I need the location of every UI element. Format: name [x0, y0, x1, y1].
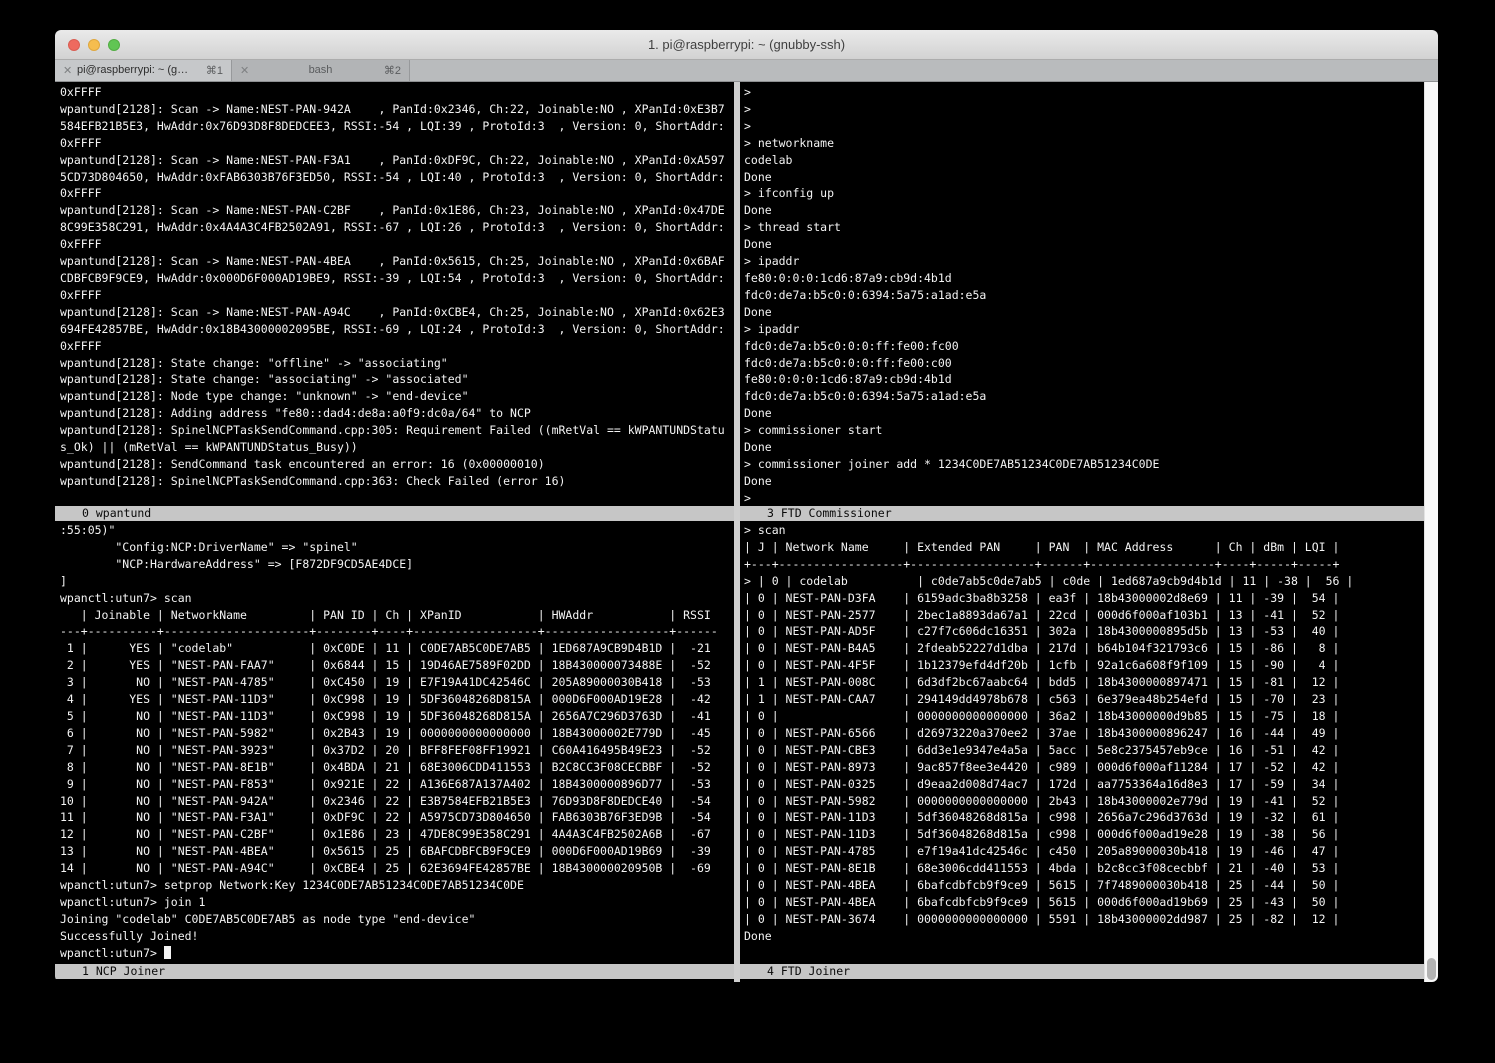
tab-label: pi@raspberrypi: ~ (g…: [77, 64, 197, 76]
pane-ftd-commissioner[interactable]: >>>> networknamecodelabDone> ifconfig up…: [744, 84, 1424, 506]
tab-ssh-session[interactable]: ✕ pi@raspberrypi: ~ (g… ⌘1: [55, 60, 232, 81]
prompt-text: wpanctl:utun7>: [60, 946, 164, 960]
pane-ncp-joiner[interactable]: :55:05)" "Config:NCP:DriverName" => "spi…: [60, 522, 734, 962]
window-title: 1. pi@raspberrypi: ~ (gnubby-ssh): [55, 30, 1438, 60]
tab-shortcut: ⌘2: [384, 64, 401, 77]
tab-bash[interactable]: ✕ bash ⌘2: [232, 60, 410, 81]
pane-title-wpantund: 0 wpantund: [55, 506, 734, 521]
pane-wpantund-log[interactable]: 0xFFFFwpantund[2128]: Scan -> Name:NEST-…: [60, 84, 734, 506]
tab-shortcut: ⌘1: [206, 64, 223, 77]
pane-title-ftd-joiner: 4 FTD Joiner: [740, 964, 1424, 979]
scrollbar-thumb[interactable]: [1427, 958, 1436, 980]
pane-ftd-joiner[interactable]: > scan| J | Network Name | Extended PAN …: [744, 522, 1424, 962]
pane-divider[interactable]: [734, 82, 740, 982]
pane-title-ncp-joiner: 1 NCP Joiner: [55, 964, 734, 979]
tab-bar: ✕ pi@raspberrypi: ~ (g… ⌘1 ✕ bash ⌘2: [55, 60, 1438, 82]
terminal-window: 1. pi@raspberrypi: ~ (gnubby-ssh) ✕ pi@r…: [55, 30, 1438, 982]
terminal-content: 0xFFFFwpantund[2128]: Scan -> Name:NEST-…: [55, 82, 1438, 982]
terminal-cursor: [164, 946, 171, 959]
prompt-line: wpanctl:utun7>: [60, 945, 734, 962]
tab-label: bash: [232, 64, 409, 76]
pane-title-ftd-commissioner: 3 FTD Commissioner: [740, 506, 1424, 521]
scrollbar[interactable]: [1424, 82, 1438, 982]
tab-close-icon[interactable]: ✕: [63, 64, 72, 77]
window-titlebar[interactable]: 1. pi@raspberrypi: ~ (gnubby-ssh): [55, 30, 1438, 60]
ncp-joiner-output: :55:05)" "Config:NCP:DriverName" => "spi…: [60, 522, 734, 945]
